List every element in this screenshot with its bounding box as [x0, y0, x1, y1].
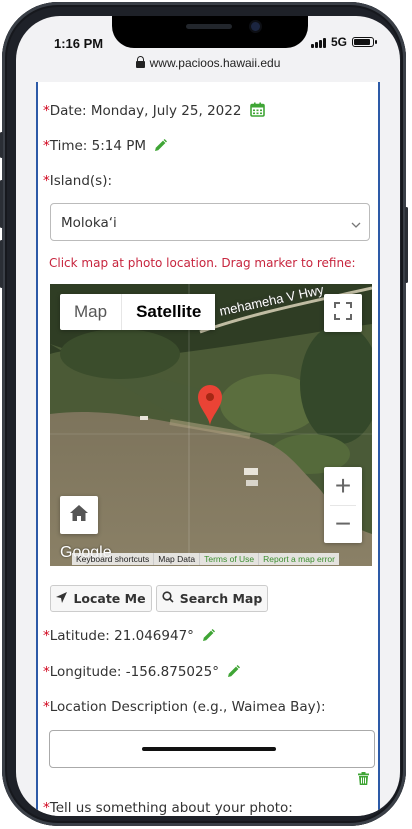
- time-field: *Time: 5:14 PM: [43, 138, 168, 156]
- latitude-field: *Latitude: 21.046947°: [43, 628, 216, 646]
- island-label: Island(s):: [49, 173, 113, 189]
- pencil-icon[interactable]: [227, 665, 241, 682]
- url-text: www.pacioos.hawaii.edu: [149, 56, 281, 70]
- map-attribution: Keyboard shortcuts Map Data Terms of Use…: [72, 553, 339, 565]
- date-label: Date: Monday, July 25, 2022: [49, 103, 242, 119]
- lock-icon: [135, 56, 145, 68]
- location-arrow-icon: [56, 591, 68, 606]
- location-description-label: Location Description (e.g., Waimea Bay):: [49, 699, 326, 715]
- zoom-in-button[interactable]: +: [324, 467, 362, 505]
- zoom-control: + −: [324, 467, 362, 543]
- time-label: Time: 5:14 PM: [49, 138, 147, 154]
- island-select[interactable]: Moloka‘i: [50, 203, 370, 241]
- network-type: 5G: [330, 35, 347, 49]
- url-bar[interactable]: www.pacioos.hawaii.edu: [16, 56, 400, 70]
- fullscreen-icon: [334, 302, 352, 324]
- required-mark: *: [43, 699, 50, 715]
- required-mark: *: [43, 664, 50, 680]
- map-view[interactable]: mehameha V Hwy Map Satellite + − Keyboar…: [50, 284, 372, 566]
- map-type-map-button[interactable]: Map: [60, 294, 121, 330]
- search-map-button[interactable]: Search Map: [156, 585, 268, 612]
- keyboard-shortcuts-link[interactable]: Keyboard shortcuts: [72, 553, 155, 565]
- map-hint: Click map at photo location. Drag marker…: [49, 256, 356, 270]
- latitude-label: Latitude: 21.046947°: [49, 628, 194, 644]
- island-field: *Island(s):: [43, 173, 112, 189]
- volume-down-button: [0, 240, 3, 288]
- power-button: [405, 207, 408, 283]
- required-mark: *: [43, 103, 50, 119]
- chevron-down-icon: [351, 217, 361, 233]
- fullscreen-button[interactable]: [324, 294, 362, 332]
- date-field: *Date: Monday, July 25, 2022: [43, 102, 265, 121]
- search-icon: [162, 591, 174, 606]
- locate-me-button[interactable]: Locate Me: [50, 585, 152, 612]
- terms-of-use-link[interactable]: Terms of Use: [200, 553, 260, 565]
- silent-switch: [0, 132, 3, 158]
- phone-screen: 1:16 PM 5G www.pacioos.hawaii.edu *Date:…: [16, 16, 400, 816]
- report-map-error-link[interactable]: Report a map error: [259, 553, 339, 565]
- map-type-satellite-button[interactable]: Satellite: [121, 294, 216, 330]
- required-mark: *: [43, 173, 50, 189]
- battery-icon: [352, 37, 377, 47]
- map-type-control: Map Satellite: [60, 294, 216, 330]
- location-description-field: *Location Description (e.g., Waimea Bay)…: [43, 699, 326, 715]
- status-indicators: 5G: [310, 35, 377, 49]
- map-data-link[interactable]: Map Data: [154, 553, 201, 565]
- front-camera: [251, 22, 260, 31]
- search-map-label: Search Map: [179, 591, 263, 606]
- trash-icon[interactable]: [358, 770, 369, 789]
- map-marker-icon[interactable]: [198, 385, 222, 429]
- photo-comment-field: *Tell us something about your photo:: [43, 800, 293, 816]
- required-mark: *: [43, 800, 50, 816]
- form-page: *Date: Monday, July 25, 2022 *Time: 5:14…: [36, 82, 380, 816]
- required-mark: *: [43, 628, 50, 644]
- zoom-out-button[interactable]: −: [324, 505, 362, 543]
- island-select-value: Moloka‘i: [61, 215, 117, 231]
- phone-frame: 1:16 PM 5G www.pacioos.hawaii.edu *Date:…: [0, 2, 408, 826]
- longitude-field: *Longitude: -156.875025°: [43, 664, 241, 682]
- calendar-icon[interactable]: [249, 102, 265, 121]
- notch: [112, 16, 308, 48]
- photo-comment-label: Tell us something about your photo:: [49, 800, 293, 816]
- pencil-icon[interactable]: [202, 629, 216, 646]
- home-button[interactable]: [60, 496, 98, 534]
- home-indicator[interactable]: [142, 747, 276, 751]
- locate-me-label: Locate Me: [73, 591, 146, 606]
- speaker: [186, 24, 232, 29]
- signal-icon: [310, 37, 326, 48]
- required-mark: *: [43, 138, 50, 154]
- pencil-icon[interactable]: [154, 139, 168, 156]
- status-time: 1:16 PM: [54, 36, 104, 51]
- longitude-label: Longitude: -156.875025°: [49, 664, 219, 680]
- volume-up-button: [0, 180, 3, 228]
- home-icon: [69, 504, 89, 526]
